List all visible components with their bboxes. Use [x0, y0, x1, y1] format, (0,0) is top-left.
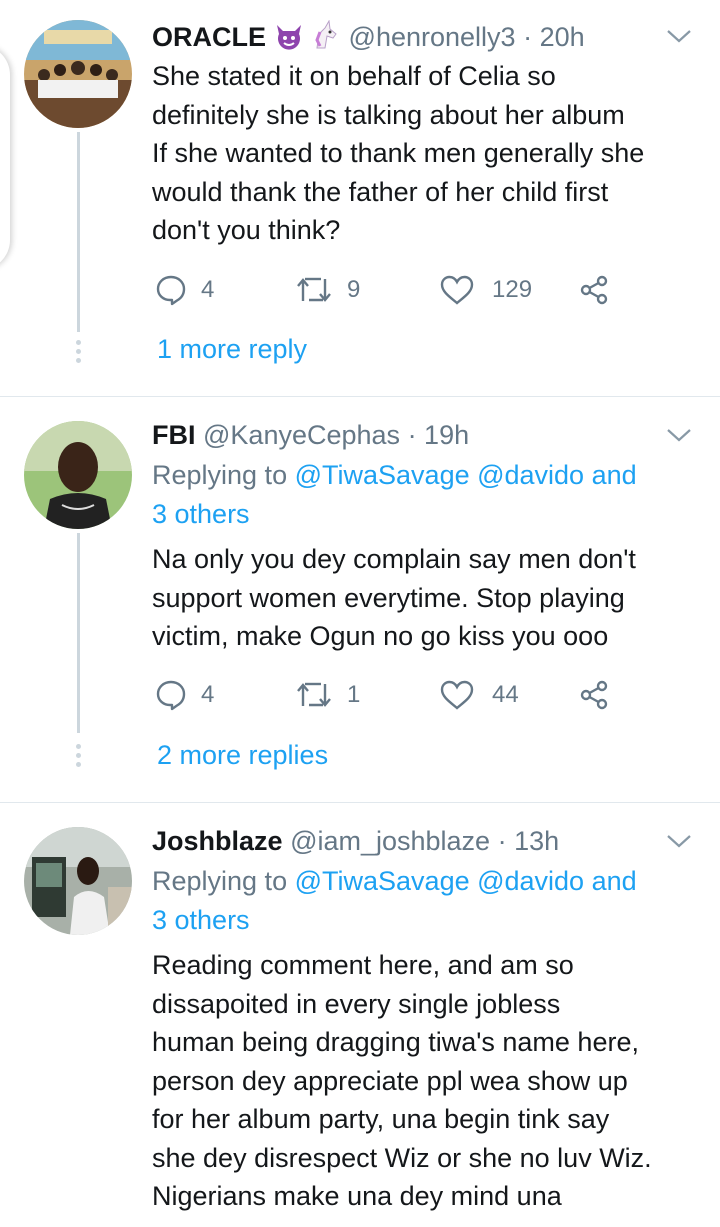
text-line: Na only you dey complain say men don't — [152, 544, 636, 574]
tweet-actions: 4 1 44 — [155, 678, 625, 712]
text-line: she dey disrespect Wiz or she no luv Wiz… — [152, 1142, 652, 1173]
tweet-fbi[interactable]: FBI @KanyeCephas · 19h Replying to @Tiwa… — [0, 397, 720, 801]
tweet-joshblaze[interactable]: Joshblaze @iam_joshblaze · 13h Replying … — [0, 803, 720, 1227]
chevron-down-icon[interactable] — [666, 28, 692, 44]
more-replies-link[interactable]: 1 more reply — [157, 334, 307, 365]
retweet-count: 9 — [347, 276, 361, 303]
share-icon — [580, 680, 608, 710]
text-line: person dey appreciate ppl wea show up — [152, 1065, 628, 1096]
chevron-down-icon[interactable] — [666, 833, 692, 849]
replying-label: Replying to — [152, 460, 288, 490]
tweet-text: She stated it on behalf of Celia so defi… — [152, 57, 700, 250]
chevron-down-icon[interactable] — [666, 427, 692, 443]
text-line: Reading comment here, and am so — [152, 950, 574, 980]
replying-to: Replying to @TiwaSavage @davido and 3 ot… — [152, 862, 690, 940]
replying-mentions[interactable]: @TiwaSavage @davido and — [295, 866, 637, 896]
reply-icon — [156, 275, 186, 306]
text-line: Nigerians make una dey mind una — [152, 1181, 562, 1211]
avatar[interactable] — [24, 421, 132, 529]
text-line: dissapoited in every single jobless — [152, 988, 561, 1019]
heart-icon — [440, 275, 474, 305]
timestamp: · 20h — [523, 22, 585, 52]
thread-line — [77, 533, 80, 733]
timestamp: · 19h — [407, 420, 470, 450]
share-button[interactable] — [579, 273, 609, 307]
heart-icon — [440, 680, 474, 710]
like-button[interactable]: 44 — [440, 678, 519, 712]
reply-count: 4 — [201, 276, 215, 303]
retweet-icon — [297, 277, 331, 302]
text-line: support women everytime. Stop playing — [152, 582, 625, 613]
replying-others[interactable]: 3 others — [152, 495, 690, 534]
retweet-button[interactable]: 1 — [295, 678, 360, 712]
like-count: 44 — [492, 681, 519, 708]
user-handle[interactable]: @henronelly3 — [349, 22, 516, 52]
reply-button[interactable]: 4 — [155, 678, 214, 712]
timestamp: · 13h — [497, 826, 560, 856]
text-line: She stated it on behalf of Celia so — [152, 61, 556, 91]
text-line: for her album party, una begin tink say — [152, 1104, 610, 1134]
user-handle[interactable]: @KanyeCephas — [203, 420, 400, 450]
tweet-oracle[interactable]: ORACLE @henronelly3 · 20h She stated it … — [0, 0, 720, 395]
tweet-header: Joshblaze @iam_joshblaze · 13h — [152, 823, 660, 859]
text-line: human being dragging tiwa's name here, — [152, 1027, 639, 1057]
retweet-count: 1 — [347, 681, 361, 708]
replying-mentions[interactable]: @TiwaSavage @davido and — [295, 460, 637, 490]
tweet-header: ORACLE @henronelly3 · 20h — [152, 19, 660, 59]
text-line: don't you think? — [152, 215, 341, 245]
retweet-button[interactable]: 9 — [295, 273, 360, 307]
more-replies-link[interactable]: 2 more replies — [157, 740, 328, 771]
avatar[interactable] — [24, 827, 132, 935]
display-name[interactable]: FBI — [152, 420, 196, 450]
text-line: definitely she is talking about her albu… — [152, 99, 625, 130]
replying-others[interactable]: 3 others — [152, 901, 690, 940]
display-name[interactable]: Joshblaze — [152, 826, 283, 856]
like-count: 129 — [492, 276, 533, 303]
avatar[interactable] — [24, 20, 132, 128]
thread-dots — [75, 340, 82, 367]
share-button[interactable] — [579, 678, 609, 712]
replying-label: Replying to — [152, 866, 288, 896]
reply-button[interactable]: 4 — [155, 273, 214, 307]
user-handle[interactable]: @iam_joshblaze — [290, 826, 490, 856]
display-name[interactable]: ORACLE — [152, 22, 266, 52]
text-line: would thank the father of her child firs… — [152, 176, 609, 207]
tweet-text: Reading comment here, and am so dissapoi… — [152, 946, 700, 1216]
replying-to: Replying to @TiwaSavage @davido and 3 ot… — [152, 456, 690, 534]
reply-icon — [156, 680, 186, 711]
thread-line — [77, 132, 80, 332]
unicorn-emoji-icon — [311, 19, 341, 59]
share-icon — [580, 275, 608, 305]
reply-count: 4 — [201, 681, 215, 708]
like-button[interactable]: 129 — [440, 273, 532, 307]
text-line: If she wanted to thank men generally she — [152, 138, 645, 168]
retweet-icon — [297, 682, 331, 707]
devil-emoji-icon — [274, 22, 304, 59]
tweet-header: FBI @KanyeCephas · 19h — [152, 417, 660, 453]
tweet-text: Na only you dey complain say men don't s… — [152, 540, 700, 656]
text-line: victim, make Ogun no go kiss you ooo — [152, 621, 609, 651]
thread-dots — [75, 744, 82, 771]
tweet-actions: 4 9 129 — [155, 273, 625, 307]
